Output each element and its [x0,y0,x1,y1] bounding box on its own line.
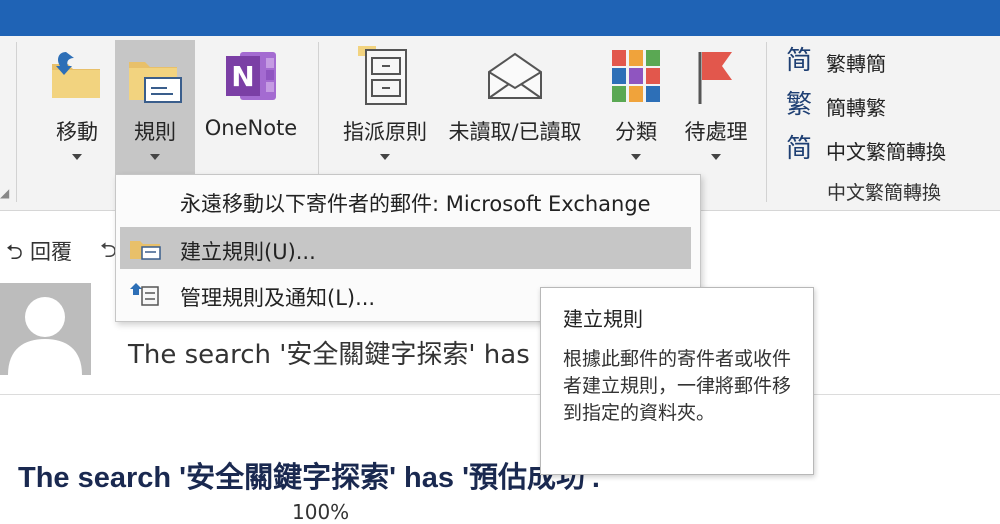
menu-item-label: 管理規則及通知(L)... [180,286,376,310]
tooltip-title: 建立規則 [563,307,643,331]
group-dialog-launcher-icon[interactable]: ◢ [0,186,9,200]
ribbon-separator [16,42,17,202]
open-envelope-icon [488,52,542,99]
chevron-down-icon [380,154,390,160]
categorize-button[interactable]: 分類 [596,40,676,170]
to-traditional-label: 簡轉繁 [826,96,886,120]
traditional-icon: 繁 [786,90,813,120]
assign-policy-label: 指派原則 [343,120,427,144]
onenote-button[interactable]: N OneNote [196,40,306,170]
chinese-convert-button[interactable]: 简 中文繁簡轉換 [786,132,986,168]
menu-item-create-rule[interactable]: 建立規則(U)... [116,227,700,269]
ribbon-separator [766,42,767,202]
file-cabinet-icon [358,46,407,105]
message-body-text: 100% [292,500,350,524]
chinese-group-label: 中文繁簡轉換 [826,182,941,204]
menu-item-label: 建立規則(U)... [180,240,316,264]
flag-icon [698,52,732,104]
avatar [0,283,91,375]
to-simplified-button[interactable]: 简 繁轉簡 [786,44,986,80]
reply-icon: ⮌ [6,240,23,264]
followup-button[interactable]: 待處理 [676,40,756,170]
chinese-convert-label: 中文繁簡轉換 [826,140,946,164]
svg-text:N: N [231,60,254,93]
rules-button[interactable]: 規則 [115,40,195,174]
rules-label: 規則 [134,120,176,144]
folder-arrow-icon [52,52,100,98]
chevron-down-icon [711,154,721,160]
onenote-label: OneNote [204,116,298,140]
chevron-down-icon [150,154,160,160]
reply-button[interactable]: ⮌ 回覆 [6,236,72,273]
onenote-icon: N [226,52,276,100]
message-body-heading: The search '安全關鍵字探索' has '預估成功'. [18,462,600,494]
read-unread-label: 未讀取/已讀取 [448,120,582,144]
chevron-down-icon [72,154,82,160]
categorize-label: 分類 [615,120,657,144]
to-simplified-label: 繁轉簡 [826,52,886,76]
person-icon [8,297,82,375]
to-traditional-button[interactable]: 繁 簡轉繁 [786,88,986,124]
convert-icon: 简 [786,134,813,164]
read-unread-button[interactable]: 未讀取/已讀取 [438,40,592,170]
chevron-down-icon [631,154,641,160]
title-bar [0,0,1000,36]
create-rule-icon [130,241,161,260]
simplified-icon: 简 [786,46,813,76]
tooltip-description: 根據此郵件的寄件者或收件者建立規則，一律將郵件移到指定的資料夾。 [563,348,792,424]
manage-rules-icon [130,283,159,306]
message-subject: The search '安全關鍵字探索' has [128,340,530,370]
reply-label: 回覆 [30,240,72,264]
menu-item-always-move[interactable]: 永遠移動以下寄件者的郵件: Microsoft Exchange [116,179,700,221]
followup-label: 待處理 [684,120,748,144]
tooltip: 建立規則 根據此郵件的寄件者或收件者建立規則，一律將郵件移到指定的資料夾。 [540,287,814,475]
move-button[interactable]: 移動 [40,40,114,170]
move-label: 移動 [56,120,98,144]
color-grid-icon [612,50,660,102]
folder-envelope-icon [129,62,182,103]
menu-item-label: 永遠移動以下寄件者的郵件: Microsoft Exchange [180,192,651,216]
assign-policy-button[interactable]: 指派原則 [334,40,436,170]
divider [0,394,1000,395]
